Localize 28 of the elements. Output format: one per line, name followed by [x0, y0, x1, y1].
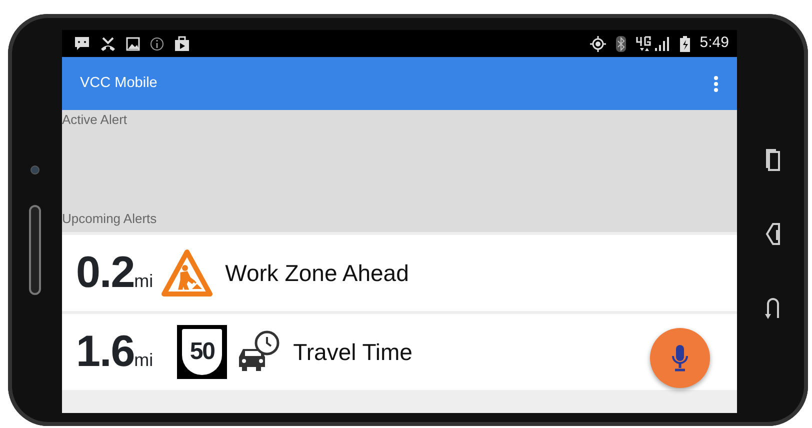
alert-title: Travel Time: [293, 338, 412, 367]
microphone-icon: [670, 344, 690, 372]
section-label: Active Alert: [62, 111, 128, 129]
play-store-icon: [174, 36, 190, 52]
alert-row[interactable]: 0.2mi Work Zone Ahead: [62, 235, 737, 311]
section-label: Upcoming Alerts: [62, 210, 157, 228]
message-icon: [74, 36, 90, 52]
lte-signal-icon: [636, 36, 670, 52]
location-icon: [590, 36, 606, 52]
missed-call-icon: [100, 36, 116, 52]
alert-title: Work Zone Ahead: [225, 258, 409, 288]
image-icon: [126, 36, 140, 50]
work-zone-sign-icon: [161, 249, 214, 297]
alert-distance: 1.6mi: [76, 330, 154, 374]
volume-button[interactable]: [29, 205, 41, 295]
overflow-menu-icon[interactable]: [713, 74, 719, 92]
recent-apps-icon[interactable]: [764, 148, 780, 172]
alert-distance: 0.2mi: [76, 251, 154, 295]
bluetooth-icon: [616, 36, 626, 52]
microphone-button[interactable]: [650, 328, 710, 388]
app-title: VCC Mobile: [80, 74, 158, 93]
back-icon[interactable]: [764, 222, 780, 246]
battery-icon: [680, 36, 690, 52]
camera-icon: [30, 165, 40, 175]
info-icon: [150, 36, 164, 50]
alert-row[interactable]: 1.6mi 50 Travel Time: [62, 314, 737, 390]
route-shield-sign: 50: [177, 325, 228, 379]
clock-time: 5:49: [700, 33, 729, 54]
